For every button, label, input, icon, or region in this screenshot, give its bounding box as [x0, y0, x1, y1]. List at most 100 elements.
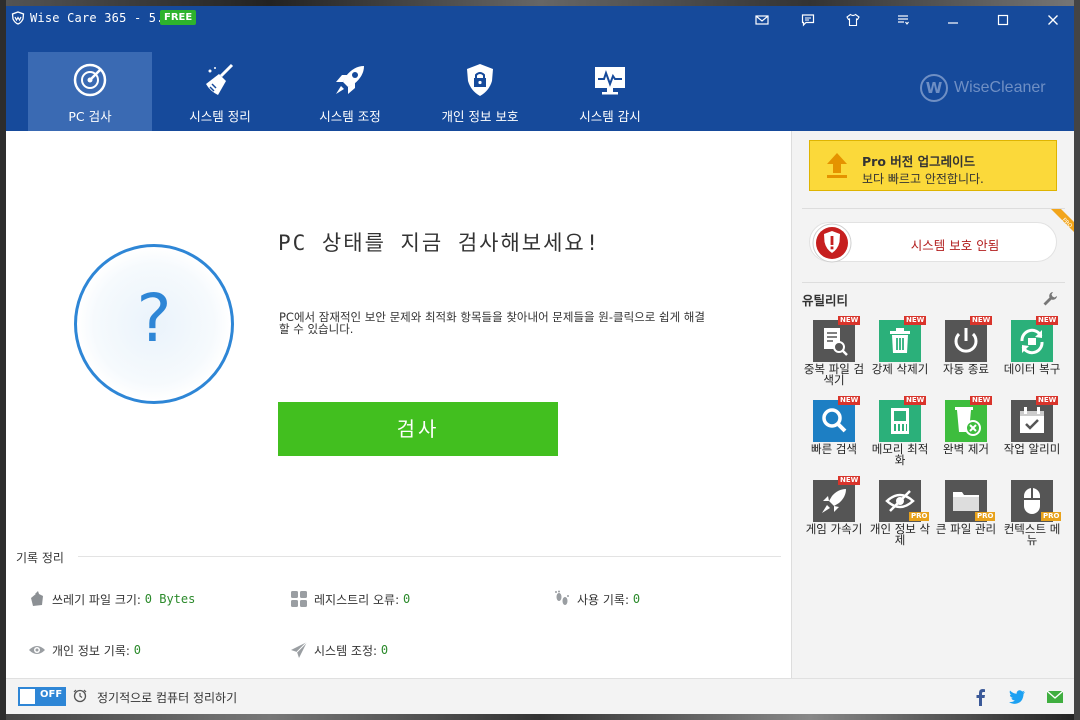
- right-panel: Pro 버전 업그레이드 보다 빠르고 안전합니다. PRO 시스템 보호 안됨…: [791, 131, 1074, 678]
- record-tune-label: 시스템 조정:: [314, 643, 378, 658]
- clock-icon: [73, 689, 87, 703]
- record-registry-label: 레지스트리 오류:: [314, 592, 400, 607]
- record-tune: 시스템 조정: 0: [290, 641, 388, 659]
- record-privacy-value: 0: [133, 643, 141, 657]
- new-badge: NEW: [838, 316, 861, 325]
- tool-context-menu[interactable]: PRO 컨텍스트 메뉴: [999, 476, 1065, 552]
- tool-fast-search[interactable]: NEW 빠른 검색: [801, 396, 867, 472]
- title-bar[interactable]: Wise Care 365 - 5.6.6 FREE: [6, 6, 1074, 34]
- uninstall-icon: [945, 400, 987, 442]
- free-badge: FREE: [160, 10, 197, 25]
- registry-icon: [291, 591, 307, 607]
- tab-system-clean-label: 시스템 정리: [189, 109, 251, 124]
- tool-label: 중복 파일 검색기: [803, 362, 865, 387]
- recovery-icon: [1011, 320, 1053, 362]
- tool-label: 데이터 복구: [1003, 362, 1061, 376]
- scan-button[interactable]: 검사: [278, 402, 558, 456]
- scheduled-clean-label: 정기적으로 컴퓨터 정리하기: [97, 691, 238, 705]
- pro-upgrade-banner[interactable]: Pro 버전 업그레이드 보다 빠르고 안전합니다.: [809, 140, 1057, 191]
- tool-data-recovery[interactable]: NEW 데이터 복구: [999, 316, 1065, 392]
- tab-system-tune[interactable]: 시스템 조정: [288, 52, 412, 131]
- tab-privacy-label: 개인 정보 보호: [441, 109, 519, 124]
- record-privacy: 개인 정보 기록: 0: [28, 641, 141, 659]
- tool-label: 작업 알리미: [1003, 442, 1061, 456]
- tool-duplicate-finder[interactable]: NEW 중복 파일 검색기: [801, 316, 867, 392]
- tool-game-booster[interactable]: NEW 게임 가속기: [801, 476, 867, 552]
- main-panel: ? PC 상태를 지금 검사해보세요! PC에서 잠재적인 보안 문제와 최적화…: [6, 131, 791, 678]
- record-usage: 사용 기록: 0: [553, 590, 640, 608]
- record-tune-value: 0: [380, 643, 389, 657]
- system-protection-status[interactable]: 시스템 보호 안됨: [809, 222, 1057, 263]
- utilities-title: 유틸리티: [802, 293, 849, 308]
- tool-label: 빠른 검색: [811, 442, 857, 456]
- power-icon: [945, 320, 987, 362]
- divider: [802, 282, 1065, 283]
- page-description: PC에서 잠재적인 보안 문제와 최적화 항목들을 찾아내어 문제들을 원-클릭…: [279, 310, 705, 336]
- pro-badge: PRO: [1041, 512, 1062, 521]
- header: Wise Care 365 - 5.6.6 FREE PC 검사 시스템 정리 …: [6, 6, 1074, 131]
- app-window: Wise Care 365 - 5.6.6 FREE PC 검사 시스템 정리 …: [6, 6, 1074, 714]
- menu-icon[interactable]: [892, 10, 914, 30]
- tool-uninstaller[interactable]: NEW 완벽 제거: [933, 396, 999, 472]
- page-title: PC 상태를 지금 검사해보세요!: [278, 231, 601, 255]
- tool-label: 개인 정보 삭제: [869, 522, 931, 547]
- wisecleaner-name: WiseCleaner: [954, 79, 1046, 96]
- tab-system-monitor-label: 시스템 감시: [579, 109, 641, 124]
- divider: [802, 208, 1065, 209]
- wisecleaner-logo[interactable]: W WiseCleaner: [920, 73, 1046, 103]
- tab-system-tune-label: 시스템 조정: [319, 109, 381, 124]
- feedback-icon[interactable]: [797, 10, 819, 30]
- new-badge: NEW: [970, 396, 993, 405]
- desktop-wallpaper-right: [1074, 0, 1080, 720]
- tool-large-file-manager[interactable]: PRO 큰 파일 관리: [933, 476, 999, 552]
- pro-upgrade-title: Pro 버전 업그레이드: [862, 154, 976, 169]
- monitor-icon: [595, 67, 625, 95]
- tool-label: 큰 파일 관리: [935, 522, 997, 536]
- rocket-icon: [336, 66, 364, 94]
- mail-icon[interactable]: [751, 10, 773, 30]
- tab-system-monitor[interactable]: 시스템 감시: [548, 52, 672, 131]
- delete-icon: [879, 320, 921, 362]
- broom-icon: [206, 63, 234, 95]
- new-badge: NEW: [1036, 316, 1059, 325]
- tool-auto-shutdown[interactable]: NEW 자동 종료: [933, 316, 999, 392]
- minimize-icon[interactable]: [942, 10, 964, 30]
- pro-badge: PRO: [975, 512, 996, 521]
- records-title: 기록 정리: [16, 551, 64, 565]
- new-badge: NEW: [1036, 396, 1059, 405]
- records-divider: [78, 556, 781, 557]
- record-junk-label: 쓰레기 파일 크기:: [52, 592, 141, 607]
- tool-task-reminder[interactable]: NEW 작업 알리미: [999, 396, 1065, 472]
- tool-privacy-eraser[interactable]: PRO 개인 정보 삭제: [867, 476, 933, 552]
- tab-pc-check-label: PC 검사: [68, 109, 112, 124]
- tab-system-clean[interactable]: 시스템 정리: [158, 52, 282, 131]
- wrench-icon[interactable]: [1042, 291, 1058, 307]
- tab-privacy[interactable]: 개인 정보 보호: [418, 52, 542, 131]
- twitter-icon[interactable]: [1008, 688, 1026, 706]
- app-logo-icon: [11, 11, 25, 25]
- paper-plane-icon: [291, 641, 308, 658]
- record-registry: 레지스트리 오류: 0: [290, 590, 410, 608]
- facebook-icon[interactable]: [972, 688, 990, 706]
- pro-upgrade-subtitle: 보다 빠르고 안전합니다.: [862, 172, 984, 186]
- tool-label: 자동 종료: [943, 362, 989, 376]
- duplicate-search-icon: [813, 320, 855, 362]
- email-share-icon[interactable]: [1046, 688, 1064, 706]
- maximize-icon[interactable]: [992, 10, 1014, 30]
- scheduled-clean-toggle[interactable]: OFF: [18, 687, 66, 706]
- tool-memory-optimizer[interactable]: NEW 메모리 최적화: [867, 396, 933, 472]
- protection-status-text: 시스템 보호 안됨: [910, 238, 1000, 253]
- desktop-wallpaper-bottom: [0, 714, 1080, 720]
- tool-force-delete[interactable]: NEW 강제 삭제기: [867, 316, 933, 392]
- pc-check-icon: [73, 63, 107, 97]
- tool-label: 게임 가속기: [805, 522, 863, 536]
- trash-bag-icon: [31, 591, 43, 606]
- status-circle: ?: [74, 244, 234, 404]
- new-badge: NEW: [838, 396, 861, 405]
- question-mark-icon: ?: [136, 280, 172, 357]
- toggle-knob: [20, 689, 35, 704]
- search-icon: [813, 400, 855, 442]
- close-icon[interactable]: [1042, 10, 1064, 30]
- skin-icon[interactable]: [842, 10, 864, 30]
- tab-pc-check[interactable]: PC 검사: [28, 52, 152, 131]
